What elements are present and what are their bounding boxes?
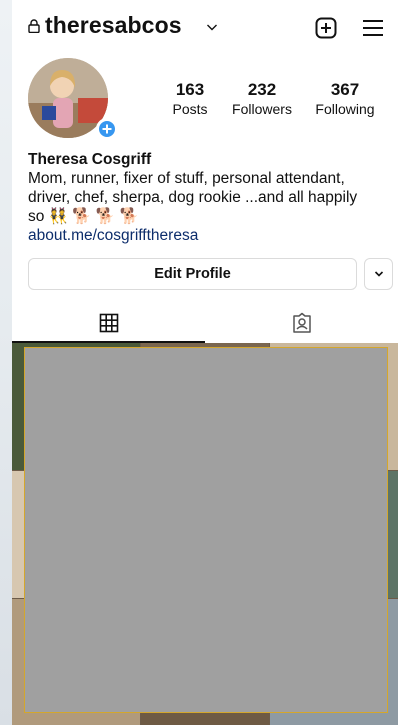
tab-tagged[interactable] bbox=[205, 303, 398, 343]
lock-icon bbox=[28, 19, 40, 33]
posts-stat[interactable]: 163 Posts bbox=[162, 80, 218, 117]
profile-stats: 163 Posts 232 Followers 367 Following bbox=[162, 80, 398, 120]
add-story-button[interactable] bbox=[96, 118, 118, 140]
grid-icon bbox=[99, 313, 118, 333]
plus-icon bbox=[102, 124, 112, 134]
avatar-wrapper[interactable] bbox=[28, 58, 118, 142]
following-stat[interactable]: 367 Following bbox=[304, 80, 386, 117]
edit-profile-button[interactable]: Edit Profile bbox=[28, 258, 357, 290]
bio-line: so 👯 🐕 🐕 🐕 bbox=[28, 208, 139, 225]
display-name: Theresa Cosgriff bbox=[28, 151, 152, 168]
bio-link[interactable]: about.me/cosgrifftheresa bbox=[28, 226, 388, 245]
posts-label: Posts bbox=[172, 101, 208, 117]
menu-icon[interactable] bbox=[362, 18, 384, 38]
redacted-overlay bbox=[24, 347, 388, 713]
posts-grid bbox=[12, 343, 398, 725]
followers-count: 232 bbox=[247, 80, 277, 99]
profile-screen: theresabcos 163 Posts 232 Followers 367 … bbox=[12, 0, 398, 725]
following-count: 367 bbox=[330, 80, 360, 99]
followers-label: Followers bbox=[232, 101, 292, 117]
tagged-icon bbox=[292, 312, 311, 333]
bio-line: driver, chef, sherpa, dog rookie ...and … bbox=[28, 189, 358, 206]
followers-stat[interactable]: 232 Followers bbox=[224, 80, 300, 117]
posts-count: 163 bbox=[175, 80, 205, 99]
chevron-down-icon bbox=[374, 271, 383, 277]
following-label: Following bbox=[315, 101, 375, 117]
tab-grid[interactable] bbox=[12, 303, 205, 343]
username[interactable]: theresabcos bbox=[45, 12, 182, 39]
suggested-dropdown-button[interactable] bbox=[364, 258, 393, 290]
bio-section: Theresa Cosgriff Mom, runner, fixer of s… bbox=[28, 150, 388, 245]
chevron-down-icon[interactable] bbox=[206, 22, 218, 32]
new-post-icon[interactable] bbox=[315, 17, 337, 39]
top-bar: theresabcos bbox=[12, 6, 398, 46]
bio-line: Mom, runner, fixer of stuff, personal at… bbox=[28, 170, 345, 187]
